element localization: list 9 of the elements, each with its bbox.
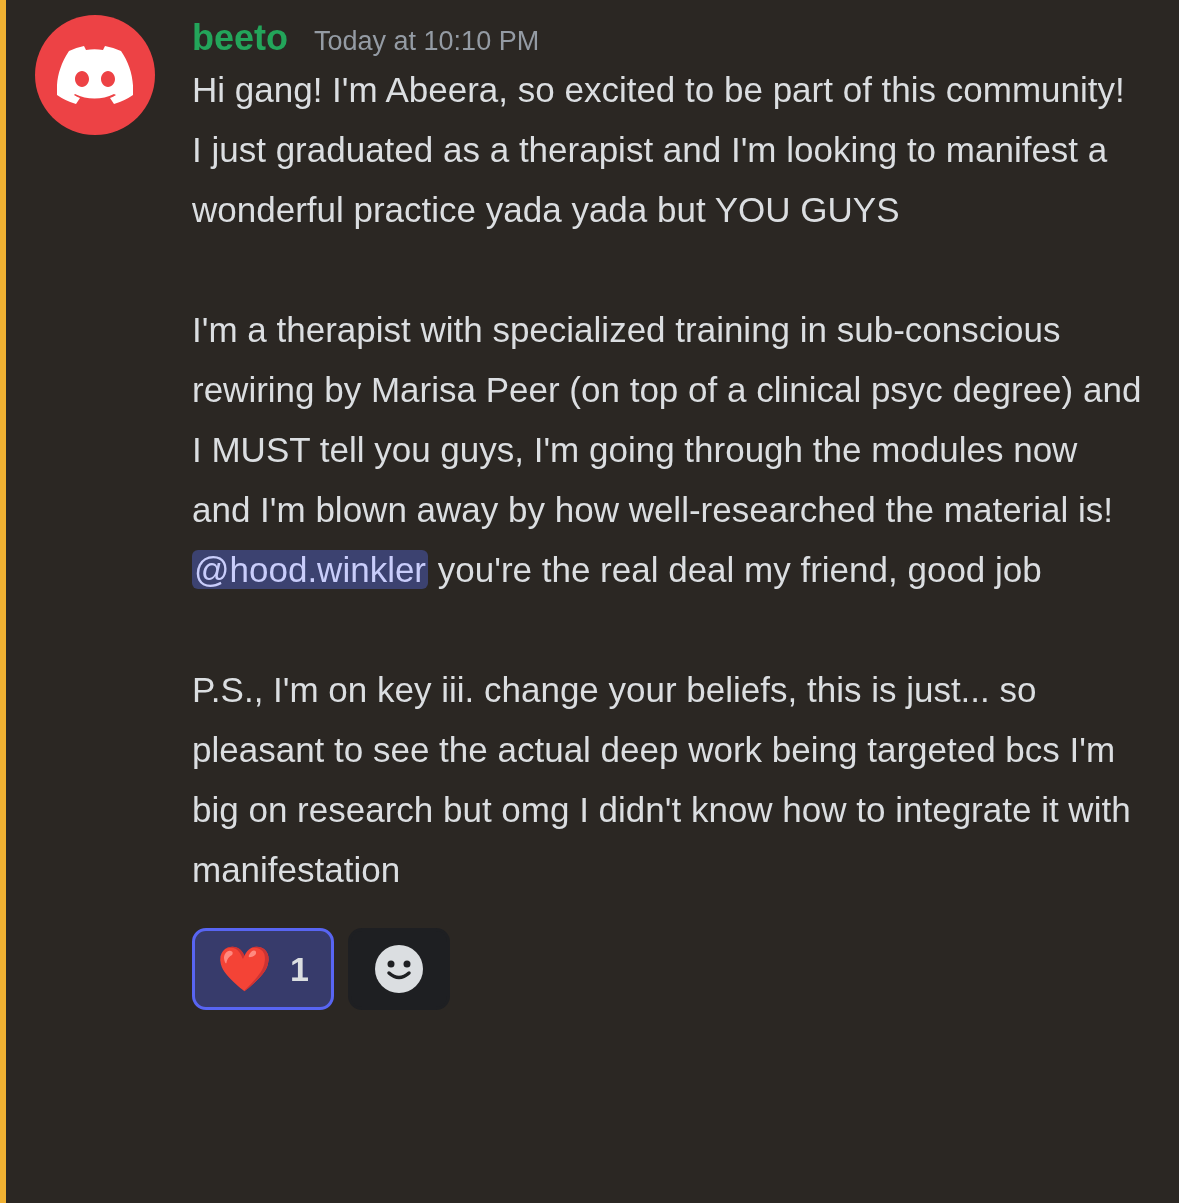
add-reaction-button[interactable] bbox=[347, 928, 450, 1010]
reaction-button[interactable]: ❤ 1 bbox=[192, 928, 334, 1010]
user-mention[interactable]: @hood.winkler bbox=[192, 550, 429, 589]
message-text: P.S., I'm on key iii. change your beliefs, this is just... so pleasant to see the actual deep work being targeted bcs I'm big on research but omg I didn't know how to integrate it with manifestation bbox=[192, 669, 1132, 891]
message-text: I'm a therapist with specialized training in sub-conscious rewiring by Marisa Peer (on top of a clinical psyc degree) and I MUST tell you guys, I'm going through the modules now and I'm blown away by how well-researched the material is! @hood.winkler you're the real deal my friend, good job bbox=[192, 309, 1142, 591]
smiley-icon bbox=[373, 944, 424, 994]
timestamp: Today at 10:10 PM bbox=[314, 25, 540, 58]
username[interactable]: beeto bbox=[192, 15, 288, 60]
message-text: Hi gang! I'm Abeera, so excited to be part of this community! I just graduated as a therapist and I'm looking to manifest a wonderful practice yada yada but YOU GUYS bbox=[192, 69, 1126, 231]
